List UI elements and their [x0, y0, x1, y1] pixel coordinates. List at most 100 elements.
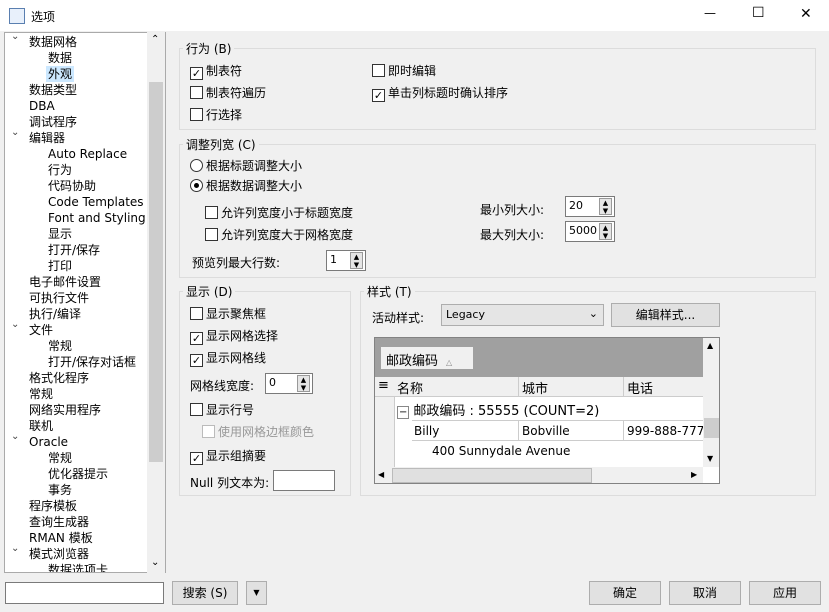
- min-size-spinner[interactable]: 20 ▲ ▼: [565, 196, 615, 217]
- row-select-checkbox[interactable]: 行选择: [190, 106, 242, 123]
- cancel-button[interactable]: 取消: [669, 581, 741, 605]
- by-title-radio[interactable]: 根据标题调整大小: [190, 157, 302, 174]
- chevron-down-icon[interactable]: ⌄: [11, 543, 19, 554]
- row-numbers-checkbox[interactable]: 显示行号: [190, 401, 254, 418]
- tree-item[interactable]: 模式浏览器: [27, 546, 91, 562]
- tab-checkbox[interactable]: ✓ 制表符: [190, 62, 242, 80]
- grid-hscrollbar[interactable]: ◀ ▶: [375, 467, 703, 483]
- maximize-button[interactable]: ☐: [752, 5, 765, 21]
- tree-item[interactable]: 打开/保存: [46, 242, 102, 258]
- scroll-thumb[interactable]: [149, 82, 163, 462]
- instant-edit-checkbox[interactable]: 即时编辑: [372, 62, 436, 79]
- tree-item[interactable]: DBA: [27, 98, 57, 114]
- arrow-up-icon[interactable]: ▲: [707, 341, 713, 350]
- tree-item[interactable]: Auto Replace: [46, 146, 129, 162]
- options-tree[interactable]: 数据网格 ⌄ 数据 外观 数据类型 DBA 调试程序 编辑器 ⌄ Auto Replace 行为 代码…: [4, 32, 166, 573]
- allow-more-checkbox[interactable]: 允许列宽度大于网格宽度: [205, 226, 353, 243]
- max-size-spinner[interactable]: 5000 ▲ ▼: [565, 221, 615, 242]
- close-button[interactable]: ✕: [800, 6, 812, 22]
- checkbox[interactable]: ✓: [372, 89, 385, 102]
- chevron-down-icon[interactable]: ⌄: [11, 431, 19, 442]
- tree-item[interactable]: 打开/保存对话框: [46, 354, 138, 370]
- tree-item[interactable]: Oracle: [27, 434, 70, 450]
- column-name[interactable]: 名称: [397, 378, 423, 397]
- checkbox[interactable]: [190, 307, 203, 320]
- tree-item[interactable]: 执行/编译: [27, 306, 83, 322]
- search-options-dropdown[interactable]: ▼: [246, 581, 267, 605]
- chevron-down-icon[interactable]: ⌄: [11, 127, 19, 138]
- checkbox[interactable]: ✓: [190, 452, 203, 465]
- confirm-sort-checkbox[interactable]: ✓ 单击列标题时确认排序: [372, 84, 508, 102]
- group-chip[interactable]: 邮政编码 △: [381, 347, 473, 369]
- tree-item[interactable]: 网络实用程序: [27, 402, 103, 418]
- line-width-spinner[interactable]: 0 ▲ ▼: [265, 373, 313, 394]
- tree-item[interactable]: 常规: [27, 386, 55, 402]
- tree-item[interactable]: 可执行文件: [27, 290, 91, 306]
- tab-traverse-checkbox[interactable]: 制表符遍历: [190, 84, 266, 101]
- chevron-down-icon[interactable]: ⌄: [11, 319, 19, 330]
- minimize-button[interactable]: —: [704, 6, 716, 20]
- tree-item[interactable]: 编辑器: [27, 130, 67, 146]
- tree-item[interactable]: Font and Styling: [46, 210, 148, 226]
- tree-item[interactable]: 查询生成器: [27, 514, 91, 530]
- tree-item[interactable]: 数据网格: [27, 34, 79, 50]
- search-input[interactable]: [5, 582, 164, 604]
- checkbox[interactable]: ✓: [190, 354, 203, 367]
- tree-item[interactable]: 电子邮件设置: [27, 274, 103, 290]
- checkbox[interactable]: [190, 403, 203, 416]
- spin-arrows-icon[interactable]: ▲ ▼: [599, 198, 612, 215]
- scroll-thumb[interactable]: [704, 418, 719, 438]
- tree-item[interactable]: 调试程序: [27, 114, 79, 130]
- scroll-up-icon[interactable]: ⌃: [151, 34, 159, 45]
- spin-arrows-icon[interactable]: ▲ ▼: [350, 252, 363, 269]
- checkbox[interactable]: [205, 228, 218, 241]
- by-data-radio[interactable]: 根据数据调整大小: [190, 177, 302, 194]
- focus-rect-checkbox[interactable]: 显示聚焦框: [190, 305, 266, 322]
- tree-item[interactable]: 格式化程序: [27, 370, 91, 386]
- checkbox[interactable]: [190, 86, 203, 99]
- edit-style-button[interactable]: 编辑样式...: [611, 303, 720, 327]
- checkbox[interactable]: [205, 206, 218, 219]
- arrow-right-icon[interactable]: ▶: [691, 470, 697, 479]
- tree-item[interactable]: RMAN 模板: [27, 530, 95, 546]
- ok-button[interactable]: 确定: [589, 581, 661, 605]
- scroll-down-icon[interactable]: ⌄: [151, 557, 159, 568]
- collapse-icon[interactable]: −: [397, 406, 410, 419]
- tree-item[interactable]: 代码协助: [46, 178, 98, 194]
- tree-item[interactable]: 文件: [27, 322, 55, 338]
- tree-item[interactable]: 常规: [46, 338, 74, 354]
- border-color-checkbox[interactable]: 使用网格边框颜色: [202, 423, 314, 440]
- radio[interactable]: [190, 159, 203, 172]
- chevron-down-icon[interactable]: ⌄: [11, 33, 19, 42]
- tree-item[interactable]: Code Templates: [46, 194, 146, 210]
- tree-item[interactable]: 打印: [46, 258, 74, 274]
- tree-item[interactable]: 数据选项卡: [46, 562, 110, 572]
- data-row[interactable]: Billy Bobville 999-888-7773: [412, 420, 703, 441]
- tree-item[interactable]: 行为: [46, 162, 74, 178]
- checkbox[interactable]: ✓: [190, 332, 203, 345]
- radio[interactable]: [190, 179, 203, 192]
- grid-select-checkbox[interactable]: ✓ 显示网格选择: [190, 327, 278, 345]
- tree-item[interactable]: 程序模板: [27, 498, 79, 514]
- checkbox[interactable]: [372, 64, 385, 77]
- grid-vscrollbar[interactable]: ▲ ▼: [703, 338, 719, 467]
- spin-arrows-icon[interactable]: ▲ ▼: [297, 375, 310, 392]
- allow-less-checkbox[interactable]: 允许列宽度小于标题宽度: [205, 204, 353, 221]
- tree-scrollbar[interactable]: ⌃ ⌄: [147, 32, 165, 573]
- tree-item[interactable]: 数据类型: [27, 82, 79, 98]
- arrow-down-icon[interactable]: ▼: [707, 454, 713, 463]
- tree-item[interactable]: 常规: [46, 450, 74, 466]
- column-city[interactable]: 城市: [518, 377, 548, 397]
- tree-item[interactable]: 数据: [46, 50, 74, 66]
- tree-item[interactable]: 外观: [46, 66, 75, 82]
- grid-lines-checkbox[interactable]: ✓ 显示网格线: [190, 349, 266, 367]
- column-phone[interactable]: 电话: [623, 377, 653, 397]
- checkbox[interactable]: [190, 108, 203, 121]
- arrow-left-icon[interactable]: ◀: [378, 470, 384, 479]
- apply-button[interactable]: 应用: [749, 581, 821, 605]
- tree-item[interactable]: 显示: [46, 226, 74, 242]
- tree-item[interactable]: 联机: [27, 418, 55, 434]
- group-summary-checkbox[interactable]: ✓ 显示组摘要: [190, 447, 266, 465]
- checkbox[interactable]: ✓: [190, 67, 203, 80]
- tree-item[interactable]: 事务: [46, 482, 74, 498]
